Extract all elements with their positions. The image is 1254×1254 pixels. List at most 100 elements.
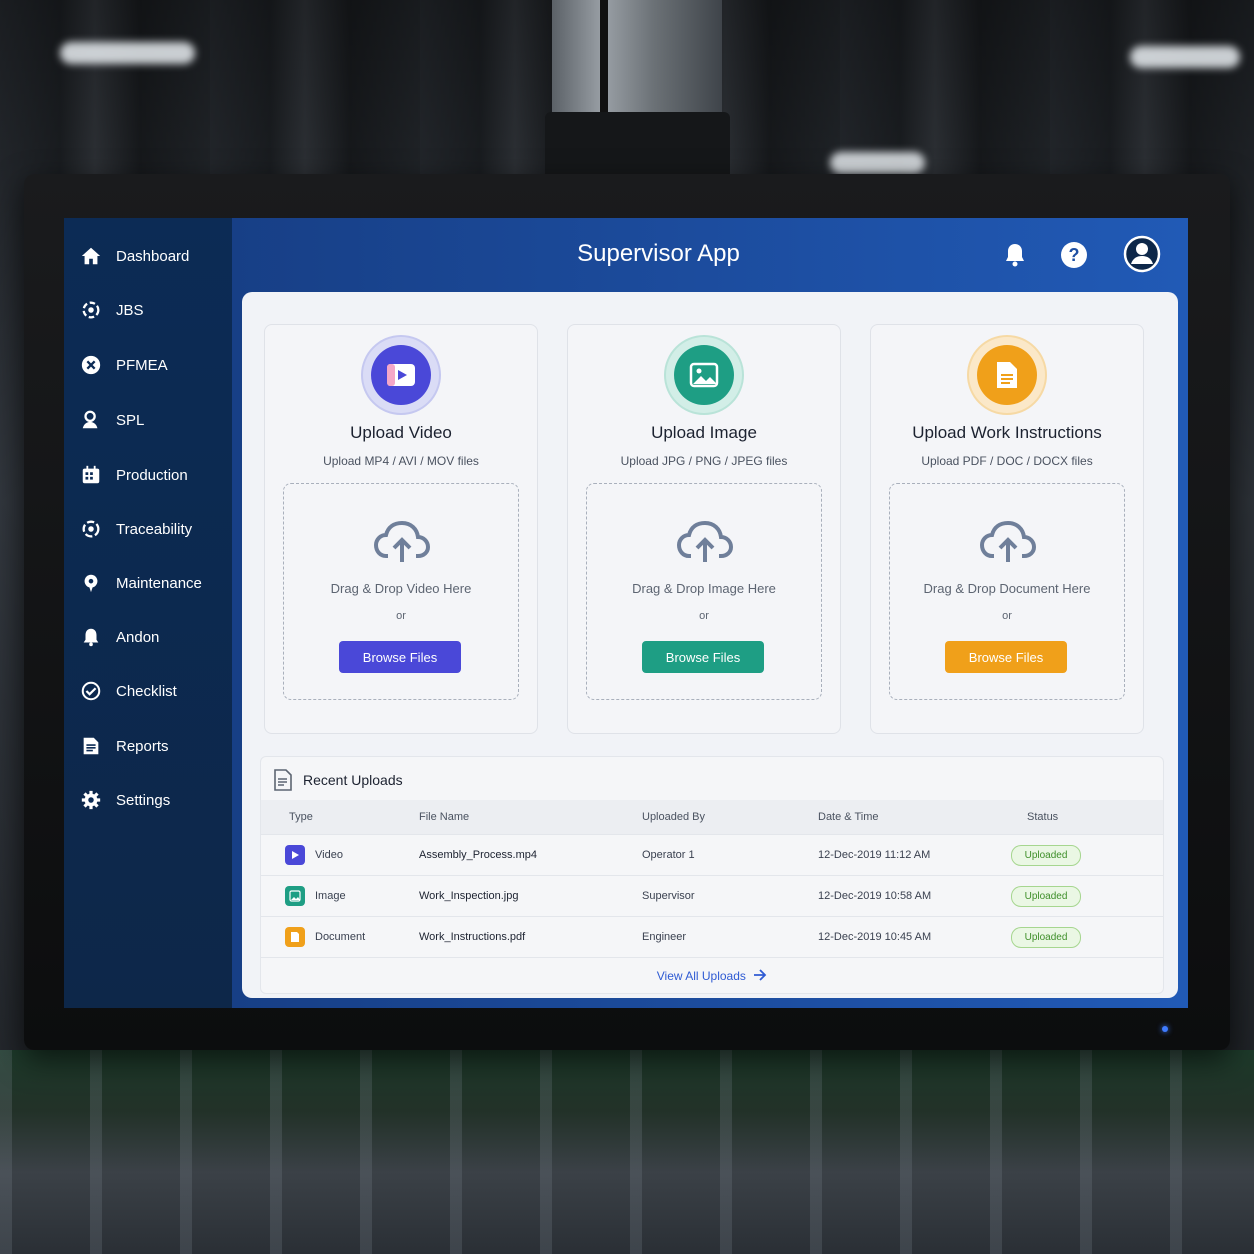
video-icon — [371, 345, 431, 405]
dropzone-text: Drag & Drop Image Here — [632, 581, 776, 596]
main-area: Supervisor App ? Upload Video Upload MP4… — [232, 218, 1188, 1008]
dropzone-text: Drag & Drop Document Here — [923, 581, 1091, 596]
date-time-cell: 12-Dec-2019 10:58 AM — [818, 890, 932, 902]
file-name-cell: Assembly_Process.mp4 — [419, 849, 537, 861]
table-header: Type File Name Uploaded By Date & Time S… — [261, 800, 1163, 834]
sidebar-item-settings[interactable]: Settings — [64, 780, 232, 820]
document-icon — [977, 345, 1037, 405]
sidebar-item-dashboard[interactable]: Dashboard — [64, 236, 232, 276]
content-panel: Upload Video Upload MP4 / AVI / MOV file… — [242, 292, 1178, 998]
sidebar-item-production[interactable]: Production — [64, 455, 232, 495]
monitor-cable — [560, 0, 608, 120]
dropzone-or: or — [1002, 610, 1012, 622]
arrow-right-icon — [754, 969, 767, 981]
andon-icon — [80, 626, 102, 648]
sidebar-item-pfmea[interactable]: PFMEA — [64, 345, 232, 385]
sidebar-item-label: Production — [116, 466, 188, 484]
cloud-upload-icon — [374, 520, 430, 562]
column-header: Status — [1027, 811, 1059, 823]
type-cell: Video — [315, 849, 343, 861]
sidebar-item-jbs[interactable]: JBS — [64, 290, 232, 330]
sidebar-item-label: Maintenance — [116, 574, 202, 592]
image-icon — [285, 886, 305, 906]
user-avatar-icon[interactable] — [1122, 234, 1162, 274]
spl-icon — [80, 409, 102, 431]
table-row[interactable]: Video Assembly_Process.mp4 Operator 1 12… — [261, 834, 1163, 876]
reports-icon — [80, 735, 102, 757]
traceability-icon — [80, 518, 102, 540]
sidebar-item-label: Andon — [116, 628, 160, 646]
sidebar: Dashboard JBS PFMEA SPL Production Trace… — [64, 218, 232, 1008]
uploaded-by-cell: Engineer — [642, 931, 687, 943]
production-icon — [80, 464, 102, 486]
recent-uploads-header — [273, 767, 293, 793]
file-name-cell: Work_Instructions.pdf — [419, 931, 526, 943]
settings-icon — [80, 789, 102, 811]
sidebar-item-spl[interactable]: SPL — [64, 400, 232, 440]
column-header: Type — [289, 811, 313, 823]
card-subtitle: Upload MP4 / AVI / MOV files — [323, 454, 479, 468]
card-title: Upload Image — [651, 423, 757, 442]
monitor: Dashboard JBS PFMEA SPL Production Trace… — [24, 174, 1230, 1050]
ceiling-light — [60, 42, 195, 64]
view-all-label: View All Uploads — [656, 969, 746, 983]
column-header: Date & Time — [818, 811, 879, 823]
cloud-upload-icon — [677, 520, 733, 562]
home-icon — [80, 245, 102, 267]
status-badge: Uploaded — [1011, 886, 1081, 907]
view-all-uploads-link[interactable]: View All Uploads — [261, 969, 1163, 983]
document-dropzone[interactable]: Drag & Drop Document Here or Browse File… — [889, 483, 1125, 700]
date-time-cell: 12-Dec-2019 11:12 AM — [818, 849, 931, 861]
document-badge — [969, 337, 1045, 413]
dropzone-or: or — [396, 610, 406, 622]
sidebar-item-label: Settings — [116, 791, 171, 809]
file-name-cell: Work_Inspection.jpg — [419, 890, 519, 902]
status-badge: Uploaded — [1011, 845, 1081, 866]
sidebar-item-label: Dashboard — [116, 247, 190, 265]
sidebar-item-label: Traceability — [116, 520, 193, 538]
sidebar-item-label: PFMEA — [116, 356, 168, 374]
sidebar-item-maintenance[interactable]: Maintenance — [64, 563, 232, 603]
date-time-cell: 12-Dec-2019 10:45 AM — [818, 931, 932, 943]
sidebar-item-label: Reports — [116, 737, 169, 755]
card-subtitle: Upload PDF / DOC / DOCX files — [921, 454, 1093, 468]
power-led — [1162, 1026, 1168, 1032]
sidebar-item-andon[interactable]: Andon — [64, 617, 232, 657]
status-badge: Uploaded — [1011, 927, 1081, 948]
type-cell: Image — [315, 890, 346, 902]
sidebar-item-checklist[interactable]: Checklist — [64, 671, 232, 711]
table-row[interactable]: Image Work_Inspection.jpg Supervisor 12-… — [261, 875, 1163, 917]
app-title: Supervisor App — [577, 240, 740, 267]
screen: Dashboard JBS PFMEA SPL Production Trace… — [64, 218, 1188, 1008]
sidebar-item-traceability[interactable]: Traceability — [64, 509, 232, 549]
upload-image-card: Upload Image Upload JPG / PNG / JPEG fil… — [567, 324, 841, 734]
svg-text:?: ? — [1069, 245, 1080, 265]
maintenance-icon — [80, 572, 102, 594]
sidebar-item-label: Checklist — [116, 682, 177, 700]
sidebar-item-label: JBS — [116, 301, 144, 319]
sidebar-item-reports[interactable]: Reports — [64, 726, 232, 766]
cloud-upload-icon — [980, 520, 1036, 562]
ceiling-light — [830, 152, 925, 174]
column-header: Uploaded By — [642, 811, 705, 823]
browse-video-button[interactable]: Browse Files — [339, 641, 461, 673]
ceiling-light — [1130, 46, 1240, 68]
browse-document-button[interactable]: Browse Files — [945, 641, 1067, 673]
pfmea-icon — [80, 354, 102, 376]
video-icon — [285, 845, 305, 865]
factory-floor — [0, 1050, 1254, 1254]
image-badge — [666, 337, 742, 413]
bell-icon[interactable] — [1000, 240, 1030, 270]
table-row[interactable]: Document Work_Instructions.pdf Engineer … — [261, 916, 1163, 958]
document-icon — [285, 927, 305, 947]
browse-image-button[interactable]: Browse Files — [642, 641, 764, 673]
video-dropzone[interactable]: Drag & Drop Video Here or Browse Files — [283, 483, 519, 700]
image-dropzone[interactable]: Drag & Drop Image Here or Browse Files — [586, 483, 822, 700]
checklist-icon — [80, 680, 102, 702]
sidebar-item-label: SPL — [116, 411, 145, 429]
monitor-mount-bracket — [545, 112, 730, 182]
card-title: Upload Work Instructions — [912, 423, 1102, 442]
dropzone-text: Drag & Drop Video Here — [330, 581, 472, 596]
help-icon[interactable]: ? — [1059, 240, 1089, 270]
video-badge — [363, 337, 439, 413]
